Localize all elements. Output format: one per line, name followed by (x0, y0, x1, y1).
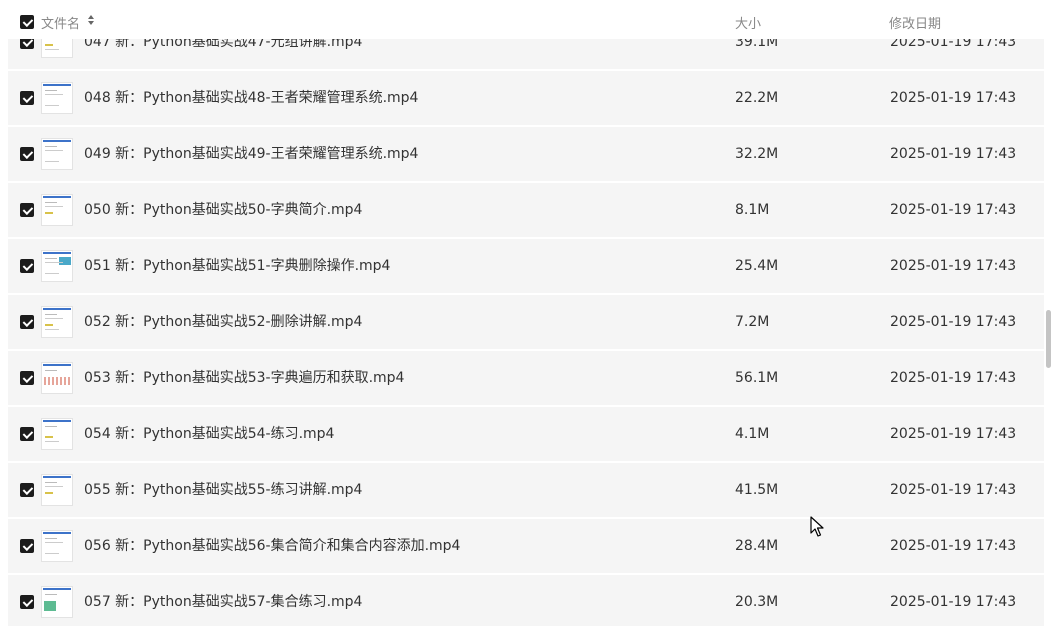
file-list-header: 文件名 大小 修改日期 (0, 0, 1044, 39)
scrollbar-thumb[interactable] (1046, 310, 1051, 368)
file-size: 32.2M (735, 146, 779, 162)
video-thumbnail-icon (41, 474, 73, 506)
file-row[interactable]: 053 新：Python基础实战53-字典遍历和获取.mp4 56.1M 202… (8, 351, 1044, 405)
row-checkbox[interactable] (20, 315, 34, 329)
file-name[interactable]: 051 新：Python基础实战51-字典删除操作.mp4 (84, 239, 390, 293)
file-name[interactable]: 054 新：Python基础实战54-练习.mp4 (84, 407, 334, 461)
row-checkbox[interactable] (20, 371, 34, 385)
file-date: 2025-01-19 17:43 (890, 482, 1017, 498)
row-checkbox[interactable] (20, 483, 34, 497)
file-date: 2025-01-19 17:43 (890, 426, 1017, 442)
file-date: 2025-01-19 17:43 (890, 90, 1017, 106)
file-name[interactable]: 049 新：Python基础实战49-王者荣耀管理系统.mp4 (84, 127, 418, 181)
file-date: 2025-01-19 17:43 (890, 258, 1017, 274)
file-size: 20.3M (735, 594, 779, 610)
file-size: 41.5M (735, 482, 779, 498)
file-row[interactable]: 054 新：Python基础实战54-练习.mp4 4.1M 2025-01-1… (8, 407, 1044, 461)
select-all-checkbox[interactable] (20, 15, 34, 29)
file-date: 2025-01-19 17:43 (890, 202, 1017, 218)
file-date: 2025-01-19 17:43 (890, 146, 1017, 162)
row-checkbox[interactable] (20, 259, 34, 273)
file-row[interactable]: 049 新：Python基础实战49-王者荣耀管理系统.mp4 32.2M 20… (8, 127, 1044, 181)
mouse-pointer-icon (810, 516, 824, 537)
file-list: 047 新：Python基础实战47-元组讲解.mp4 39.1M 2025-0… (8, 14, 1044, 626)
video-thumbnail-icon (41, 530, 73, 562)
row-checkbox[interactable] (20, 427, 34, 441)
row-checkbox[interactable] (20, 595, 34, 609)
file-row[interactable]: 055 新：Python基础实战55-练习讲解.mp4 41.5M 2025-0… (8, 463, 1044, 517)
file-size: 22.2M (735, 90, 779, 106)
row-checkbox[interactable] (20, 147, 34, 161)
file-size: 8.1M (735, 202, 770, 218)
file-name[interactable]: 056 新：Python基础实战56-集合简介和集合内容添加.mp4 (84, 519, 460, 573)
row-checkbox[interactable] (20, 539, 34, 553)
column-header-name[interactable]: 文件名 (41, 13, 80, 32)
video-thumbnail-icon (41, 194, 73, 226)
file-date: 2025-01-19 17:43 (890, 538, 1017, 554)
file-row[interactable]: 050 新：Python基础实战50-字典简介.mp4 8.1M 2025-01… (8, 183, 1044, 237)
file-name[interactable]: 050 新：Python基础实战50-字典简介.mp4 (84, 183, 362, 237)
video-thumbnail-icon (41, 82, 73, 114)
file-row[interactable]: 051 新：Python基础实战51-字典删除操作.mp4 25.4M 2025… (8, 239, 1044, 293)
file-size: 4.1M (735, 426, 770, 442)
sort-icon[interactable] (88, 14, 96, 28)
row-checkbox[interactable] (20, 203, 34, 217)
column-header-date[interactable]: 修改日期 (889, 13, 941, 32)
video-thumbnail-icon (41, 138, 73, 170)
row-checkbox[interactable] (20, 91, 34, 105)
video-thumbnail-icon (41, 418, 73, 450)
file-row[interactable]: 048 新：Python基础实战48-王者荣耀管理系统.mp4 22.2M 20… (8, 71, 1044, 125)
file-name[interactable]: 052 新：Python基础实战52-删除讲解.mp4 (84, 295, 362, 349)
file-size: 56.1M (735, 370, 779, 386)
column-header-size[interactable]: 大小 (735, 13, 761, 32)
video-thumbnail-icon (41, 586, 73, 618)
file-row[interactable]: 052 新：Python基础实战52-删除讲解.mp4 7.2M 2025-01… (8, 295, 1044, 349)
file-name[interactable]: 055 新：Python基础实战55-练习讲解.mp4 (84, 463, 362, 517)
file-date: 2025-01-19 17:43 (890, 594, 1017, 610)
file-name[interactable]: 053 新：Python基础实战53-字典遍历和获取.mp4 (84, 351, 404, 405)
video-thumbnail-icon (41, 306, 73, 338)
file-size: 7.2M (735, 314, 770, 330)
file-size: 28.4M (735, 538, 779, 554)
file-size: 25.4M (735, 258, 779, 274)
video-thumbnail-icon (41, 362, 73, 394)
file-date: 2025-01-19 17:43 (890, 314, 1017, 330)
file-row[interactable]: 056 新：Python基础实战56-集合简介和集合内容添加.mp4 28.4M… (8, 519, 1044, 573)
file-date: 2025-01-19 17:43 (890, 370, 1017, 386)
file-name[interactable]: 057 新：Python基础实战57-集合练习.mp4 (84, 575, 362, 626)
video-thumbnail-icon (41, 250, 73, 282)
file-row[interactable]: 057 新：Python基础实战57-集合练习.mp4 20.3M 2025-0… (8, 575, 1044, 626)
file-name[interactable]: 048 新：Python基础实战48-王者荣耀管理系统.mp4 (84, 71, 418, 125)
